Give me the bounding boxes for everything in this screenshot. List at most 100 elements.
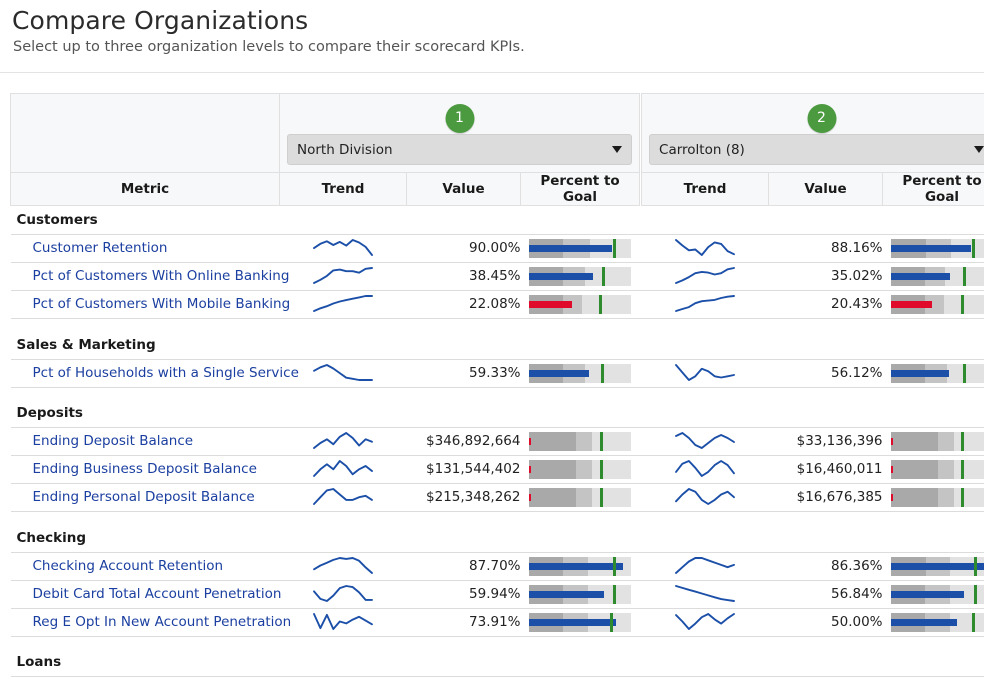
sparkline-icon <box>280 294 407 315</box>
value-cell-1: $215,348,262 <box>406 483 521 512</box>
bullet-value-bar <box>891 245 971 252</box>
bullet-chart-1 <box>529 556 631 576</box>
bullet-value-bar <box>529 369 590 377</box>
table-row: Customer Retention 90.00% 88.16% <box>10 234 984 263</box>
bullet-value-bar <box>891 369 950 377</box>
value-cell-1: $131,544,402 <box>406 455 521 484</box>
bullet-target-marker <box>961 488 965 507</box>
bullet-target-marker <box>971 239 975 258</box>
value-cell-1: 59.33% <box>406 359 521 388</box>
org-select-2[interactable]: Carrolton (8) <box>649 134 984 165</box>
metric-name-cell[interactable]: Ending Business Deposit Balance <box>10 455 280 484</box>
percent-to-goal-cell-1 <box>520 427 640 456</box>
bullet-band-high <box>585 363 631 383</box>
trend-cell-1 <box>279 427 407 456</box>
table-row: Ending Personal Deposit Balance $215,348,… <box>10 483 984 512</box>
group-gap <box>10 387 984 399</box>
bullet-band-high <box>592 488 631 507</box>
bullet-chart-2 <box>891 295 984 314</box>
metric-link[interactable]: Debit Card Total Account Penetration <box>11 581 282 608</box>
value-cell-1: 59.94% <box>406 580 521 609</box>
bullet-value-bar <box>891 273 951 280</box>
metric-link[interactable]: Pct of Customers With Online Banking <box>11 263 290 290</box>
bullet-value-bar <box>891 438 893 445</box>
bullet-chart-2 <box>891 556 984 576</box>
org-select-label-1: North Division <box>297 141 393 158</box>
column-header-trend-1: Trend <box>279 172 407 206</box>
group-label: Checking <box>16 529 87 546</box>
org-badge-1: 1 <box>445 104 474 133</box>
sparkline-icon <box>280 459 407 480</box>
trend-cell-2 <box>641 427 769 456</box>
bullet-band-low <box>891 432 938 451</box>
bullet-target-marker <box>612 584 616 604</box>
metric-link[interactable]: Pct of Customers With Mobile Banking <box>11 291 291 318</box>
page-subtitle: Select up to three organization levels t… <box>13 39 525 55</box>
sparkline-icon <box>280 584 407 605</box>
percent-to-goal-cell-2 <box>882 427 984 456</box>
percent-to-goal-cell-1 <box>520 262 640 291</box>
value-cell-2: 56.12% <box>768 359 883 388</box>
sparkline-icon <box>280 238 407 259</box>
trend-cell-2 <box>641 234 769 263</box>
metric-link[interactable]: Pct of Households with a Single Service <box>11 360 299 387</box>
column-header-goal-1: Percent to Goal <box>519 172 641 206</box>
metric-name-cell[interactable]: Pct of Households with a Single Service <box>10 359 299 388</box>
org-select-1[interactable]: North Division <box>287 134 633 165</box>
bullet-target-marker <box>600 432 604 451</box>
bullet-target-marker <box>599 295 603 314</box>
value-cell-1: $346,892,664 <box>406 427 521 456</box>
value-cell-2: 56.84% <box>768 580 883 609</box>
table-row: Reg E Opt In New Account Penetration 73.9… <box>10 608 984 637</box>
trend-cell-1 <box>279 483 407 512</box>
value-cell-2: $14,326,947 <box>768 676 883 681</box>
metric-name-cell[interactable]: Reg E Opt In New Account Penetration <box>10 608 292 637</box>
trend-cell-2 <box>641 455 769 484</box>
sparkline-icon <box>642 363 769 384</box>
metric-name-cell[interactable]: Ending Deposit Balance <box>10 427 280 456</box>
trend-cell-2 <box>641 608 769 637</box>
bullet-chart-2 <box>891 612 984 632</box>
percent-to-goal-cell-1 <box>520 580 640 609</box>
bullet-chart-1 <box>529 363 631 383</box>
bullet-target-marker <box>963 267 967 286</box>
bullet-band-mid <box>575 488 593 507</box>
sparkline-icon <box>642 612 769 633</box>
compare-table-container: 1 North Division 2 Carrolton (8) Metric … <box>0 73 984 681</box>
metric-name-cell[interactable]: Pct of Customers With Online Banking <box>10 262 290 291</box>
metric-name-cell[interactable]: Ending Personal Deposit Balance <box>10 483 280 512</box>
metric-link[interactable]: Ending Loan Balance <box>11 677 280 681</box>
metric-link[interactable]: Ending Deposit Balance <box>11 428 280 455</box>
percent-to-goal-cell-2 <box>882 580 984 609</box>
percent-to-goal-cell-2 <box>882 676 984 681</box>
metric-name-cell[interactable]: Pct of Customers With Mobile Banking <box>10 290 291 319</box>
sparkline-icon <box>642 487 769 508</box>
metric-name-cell[interactable]: Debit Card Total Account Penetration <box>10 580 282 609</box>
sparkline-icon <box>642 266 769 287</box>
metric-link[interactable]: Checking Account Retention <box>11 553 280 580</box>
group-label: Deposits <box>16 405 83 421</box>
bullet-chart-2 <box>891 363 984 383</box>
bullet-band-high <box>592 460 631 479</box>
metric-link[interactable]: Reg E Opt In New Account Penetration <box>11 609 292 636</box>
bullet-chart-2 <box>891 584 984 604</box>
metric-name-cell[interactable]: Customer Retention <box>10 234 280 263</box>
group-header-row: Customers <box>10 205 984 235</box>
bullet-band-high <box>954 488 984 507</box>
metric-link[interactable]: Customer Retention <box>11 235 280 262</box>
column-header-value-2: Value <box>768 172 884 206</box>
percent-to-goal-cell-1 <box>520 483 640 512</box>
column-header-trend-2: Trend <box>641 172 770 206</box>
bullet-band-high <box>592 432 631 451</box>
metric-name-cell[interactable]: Ending Loan Balance <box>10 676 280 681</box>
metric-name-cell[interactable]: Checking Account Retention <box>10 552 280 581</box>
bullet-target-marker <box>609 612 613 632</box>
compare-table: 1 North Division 2 Carrolton (8) Metric … <box>10 93 984 681</box>
org-select-label-2: Carrolton (8) <box>659 141 745 158</box>
bullet-value-bar <box>891 618 958 626</box>
bullet-chart-2 <box>891 488 984 507</box>
metric-link[interactable]: Ending Business Deposit Balance <box>11 456 280 483</box>
bullet-target-marker <box>971 612 975 632</box>
trend-cell-1 <box>279 262 407 291</box>
metric-link[interactable]: Ending Personal Deposit Balance <box>11 484 280 511</box>
